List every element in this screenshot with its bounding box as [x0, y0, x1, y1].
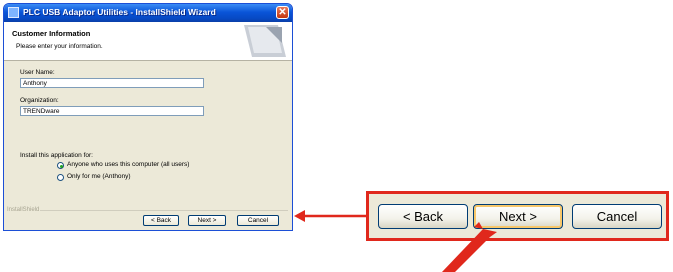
pointer-arrow-icon [294, 210, 366, 222]
annotation-arrows [294, 210, 497, 272]
pointer-arrow-icon [442, 222, 497, 272]
